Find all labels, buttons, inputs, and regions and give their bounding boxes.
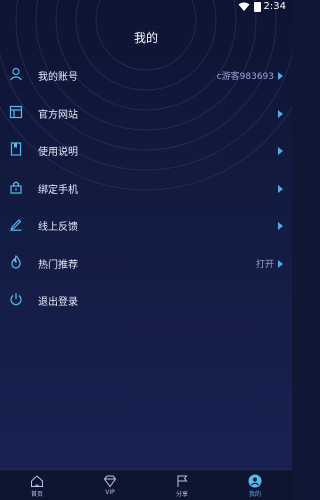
tab-home[interactable]: 首页 [12,472,62,500]
website-icon [9,105,23,119]
book-icon [9,142,23,156]
menu-item-label: 绑定手机 [38,184,78,196]
battery-icon [254,2,261,12]
profile-screen: 2:34 我的 我的账号 c游客983693 官方网站 使用说明 绑定手机 线上… [0,0,292,500]
chevron-right-icon [278,72,283,80]
menu-item-hot-recommend[interactable]: 热门推荐 打开 [0,246,292,284]
menu-item-label: 我的账号 [38,72,78,83]
tab-label: VIP [105,489,115,496]
flag-icon [177,475,188,487]
page-title: 我的 [133,31,158,45]
pencil-icon [9,217,23,231]
menu-item-bind-phone[interactable]: 绑定手机 [0,171,292,209]
tab-vip[interactable]: VIP [85,472,135,500]
tab-label: 分享 [175,491,188,498]
lock-icon [9,180,23,194]
menu-item-official-website[interactable]: 官方网站 [0,96,292,134]
chevron-right-icon [278,259,283,268]
flame-icon [9,254,23,269]
bottom-tab-bar: 首页 VIP 分享 我的 [0,469,292,500]
menu-item-instructions[interactable]: 使用说明 [0,133,292,171]
settings-menu: 我的账号 c游客983693 官方网站 使用说明 绑定手机 线上反馈 热门推荐 … [0,58,292,321]
menu-item-label: 退出登录 [38,297,78,308]
menu-item-label: 线上反馈 [38,222,78,233]
diamond-icon [103,475,117,488]
tab-share[interactable]: 分享 [157,472,207,500]
menu-item-label: 官方网站 [38,109,78,121]
home-icon [31,475,43,487]
tab-label: 首页 [30,491,43,498]
chevron-right-icon [278,147,283,155]
wifi-icon [238,2,250,11]
chevron-right-icon [278,109,283,118]
menu-item-online-feedback[interactable]: 线上反馈 [0,208,292,246]
hot-recommend-status: 打开 [255,259,274,270]
tab-mine[interactable]: 我的 [230,472,280,500]
account-id-value: c游客983693 [216,72,274,82]
status-bar: 2:34 [0,0,292,14]
chevron-right-icon [278,184,283,193]
user-icon [9,67,23,81]
profile-icon [248,474,262,488]
chevron-right-icon [278,222,283,230]
power-icon [9,292,23,306]
tab-label: 我的 [248,491,261,498]
menu-item-label: 使用说明 [38,147,78,158]
menu-item-label: 热门推荐 [38,259,78,271]
menu-item-my-account[interactable]: 我的账号 c游客983693 [0,58,292,96]
status-time: 2:34 [263,1,286,12]
menu-item-logout[interactable]: 退出登录 [0,283,292,321]
